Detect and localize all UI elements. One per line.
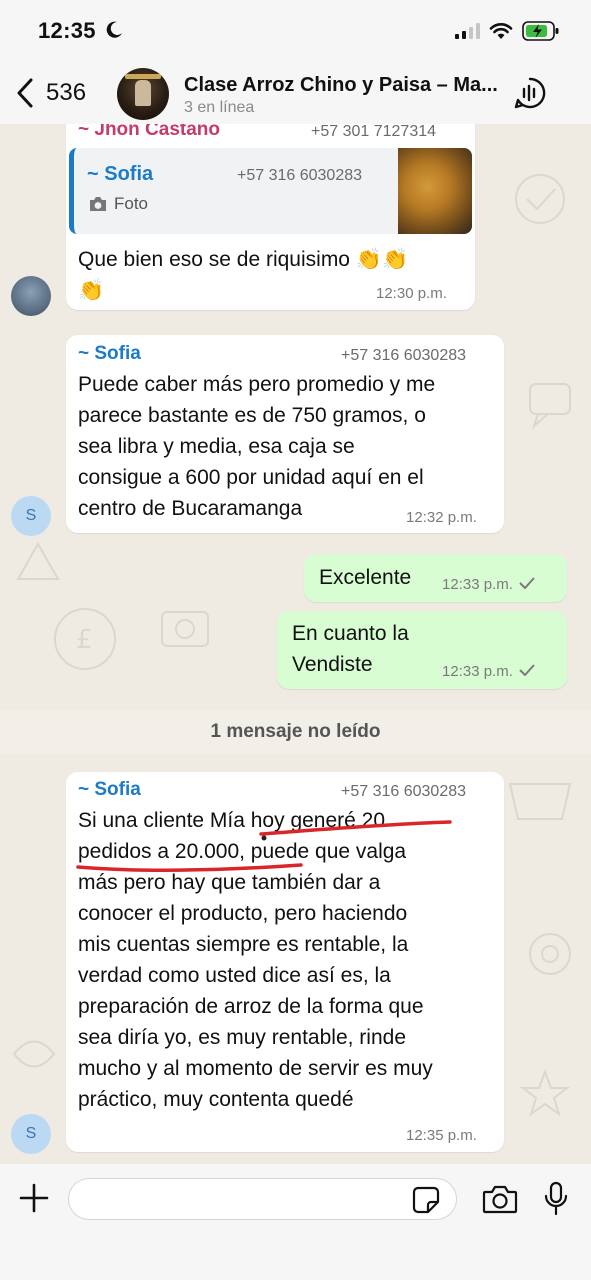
quoted-sender: ~ Sofia	[87, 163, 154, 185]
message-time: 12:33 p.m.	[442, 576, 535, 593]
doodle-icon	[520, 1069, 570, 1117]
moon-icon	[106, 21, 122, 38]
message-sender-phone: +57 316 6030283	[341, 347, 467, 364]
message-bubble-outgoing[interactable]: Excelente 12:33 p.m.	[304, 554, 567, 602]
plus-icon[interactable]	[18, 1182, 50, 1214]
doodle-icon	[529, 383, 571, 430]
message-input[interactable]	[68, 1178, 457, 1220]
chat-title[interactable]: Clase Arroz Chino y Paisa – Ma...	[184, 74, 502, 97]
message-text: verdad como usted dice así es, la	[78, 964, 391, 987]
voice-chat-icon[interactable]	[513, 76, 547, 110]
doodle-icon	[529, 933, 571, 975]
doodle-icon	[515, 174, 565, 224]
message-text: En cuanto la	[292, 622, 409, 645]
message-text: parece bastante es de 750 gramos, o	[78, 404, 426, 427]
doodle-icon	[508, 783, 572, 820]
svg-text:£: £	[76, 625, 93, 655]
unread-chats-count: 536	[46, 79, 87, 106]
message-text: práctico, muy contenta quedé	[78, 1088, 354, 1111]
camera-icon[interactable]	[482, 1184, 518, 1214]
chevron-left-icon	[17, 78, 33, 108]
message-bubble-incoming[interactable]: ~ Sofia +57 316 6030283 Puede caber más …	[66, 335, 504, 533]
handwritten-underline-annotation	[76, 820, 452, 872]
chat-subtitle: 3 en línea	[184, 99, 255, 116]
unread-divider: 1 mensaje no leído	[0, 710, 591, 754]
chat-header: 536 Clase Arroz Chino y Paisa – Ma... 3 …	[0, 62, 591, 124]
battery-icon	[522, 21, 559, 41]
doodle-icon	[12, 1040, 56, 1068]
message-text: mucho y al momento de servir es muy	[78, 1057, 433, 1080]
status-time: 12:35	[38, 18, 96, 43]
message-time: 12:33 p.m.	[442, 663, 535, 680]
sender-avatar[interactable]: S	[11, 496, 51, 536]
sticker-icon[interactable]	[412, 1186, 440, 1214]
quoted-photo-thumbnail[interactable]	[398, 148, 472, 234]
doodle-icon	[161, 611, 209, 647]
message-text: sea libra y media, esa caja se	[78, 435, 355, 458]
sent-check-icon	[519, 664, 535, 676]
message-sender: ~ Jhon Castaño	[78, 124, 220, 140]
back-button[interactable]: 536	[14, 76, 86, 110]
message-text: Excelente	[319, 566, 412, 589]
sender-avatar[interactable]	[11, 276, 51, 316]
message-sender-phone: +57 301 7127314	[311, 124, 437, 140]
group-avatar[interactable]	[117, 68, 169, 120]
message-text: mis cuentas siempre es rentable, la	[78, 933, 409, 956]
message-input-bar	[0, 1164, 591, 1280]
quoted-sender-phone: +57 316 6030283	[237, 167, 363, 184]
status-bar: 12:35	[0, 0, 591, 62]
sender-avatar[interactable]: S	[11, 1114, 51, 1154]
message-bubble-incoming[interactable]: ~ Jhon Castaño +57 301 7127314 ~ Sofia +…	[66, 124, 475, 310]
microphone-icon[interactable]	[543, 1181, 569, 1217]
message-text: conocer el producto, pero haciendo	[78, 902, 408, 925]
message-text: consigue a 600 por unidad aquí en el	[78, 466, 424, 489]
message-text: preparación de arroz de la forma que	[78, 995, 424, 1018]
message-text: Que bien eso se de riquisimo 👏👏	[78, 248, 409, 271]
message-time: 12:30 p.m.	[376, 285, 447, 302]
wifi-icon	[489, 23, 513, 39]
message-text: sea diría yo, es muy rentable, rinde	[78, 1026, 407, 1049]
message-bubble-outgoing[interactable]: En cuanto la Vendiste 12:33 p.m.	[277, 611, 567, 689]
message-sender: ~ Sofia	[78, 343, 141, 364]
message-time: 12:35 p.m.	[406, 1127, 477, 1144]
doodle-icon: £	[54, 608, 116, 670]
message-bubble-incoming[interactable]: ~ Sofia +57 316 6030283 Si una cliente M…	[66, 772, 504, 1152]
message-text: Puede caber más pero promedio y me	[78, 373, 436, 396]
quoted-media-type: Foto	[114, 194, 149, 213]
signal-icon	[455, 23, 480, 39]
quoted-message[interactable]: ~ Sofia +57 316 6030283 Foto	[69, 148, 472, 234]
camera-icon	[90, 197, 106, 211]
chat-area[interactable]: £ ~ Jhon Castaño +57 301 7127314 ~ Sofia…	[0, 124, 591, 1164]
unread-label: 1 mensaje no leído	[210, 721, 381, 742]
message-text: Vendiste	[292, 653, 373, 676]
sent-check-icon	[519, 577, 535, 589]
message-time: 12:32 p.m.	[406, 509, 477, 526]
doodle-icon	[16, 541, 60, 580]
